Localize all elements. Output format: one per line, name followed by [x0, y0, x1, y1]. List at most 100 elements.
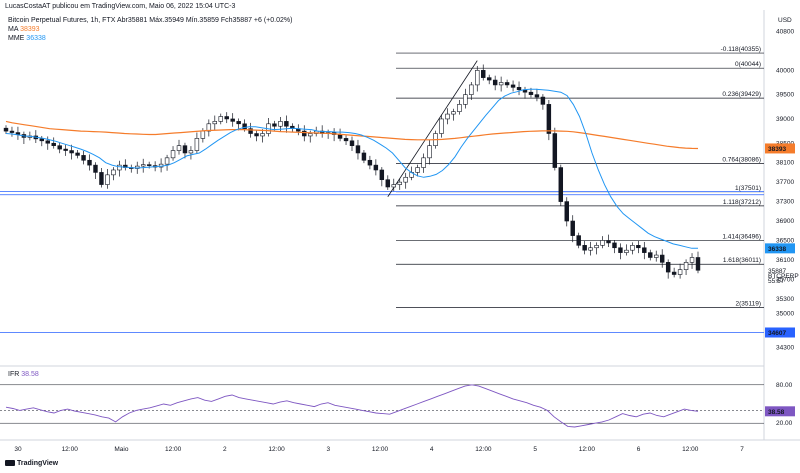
candle-body	[93, 164, 98, 173]
candle-body	[630, 245, 635, 251]
candle-body	[498, 82, 504, 86]
price-tick-label: 40000	[776, 67, 794, 74]
candle-body	[87, 159, 92, 166]
time-tick-label: 6	[637, 446, 641, 453]
candle-body	[558, 167, 564, 202]
candle-body	[671, 271, 677, 275]
candle-body	[677, 269, 683, 275]
price-tick-label: 40800	[776, 28, 794, 35]
candle-body	[45, 140, 50, 144]
fibonacci-retracement[interactable]: -0.118(40355) 0(40044) 0.236(39429) 0.764(3…	[396, 46, 764, 308]
candle-body	[427, 145, 432, 159]
candle-body	[349, 140, 355, 146]
candle-body	[361, 152, 367, 161]
time-tick-label: 3	[326, 446, 330, 453]
candle-body	[612, 242, 617, 249]
rsi-pane: 80.0040.0020.0038.58	[0, 382, 795, 428]
candle-body	[3, 127, 9, 132]
candle-body	[81, 155, 86, 161]
candle-body	[194, 138, 200, 151]
candle-body	[188, 150, 194, 154]
time-tick-label: 5	[533, 446, 537, 453]
candle-body	[504, 82, 510, 86]
candle-body	[445, 113, 450, 120]
price-tag-label: 55:57	[768, 278, 785, 285]
fib-level-label: 1.118(37212)	[723, 199, 761, 206]
fib-level-label: 0.764(38086)	[722, 156, 761, 163]
currency-label: USD	[778, 17, 792, 24]
candle-body	[695, 257, 701, 271]
candle-body	[218, 116, 223, 122]
candle-body	[421, 157, 426, 168]
time-tick-label: 12:00	[579, 446, 596, 453]
time-axis[interactable]: 30 12:00 Maio 12:00 2 12:00 3 12:00 4 12:00 5 12:00…	[14, 446, 744, 453]
candle-body	[164, 157, 170, 165]
candle-body	[260, 133, 265, 137]
candle-body	[492, 79, 498, 86]
candle-body	[540, 96, 546, 105]
candle-body	[439, 118, 444, 134]
candle-body	[516, 87, 522, 91]
rsi-level-label: 80.00	[776, 382, 793, 389]
candle-body	[337, 134, 343, 139]
price-tag-label: 36338	[768, 246, 786, 253]
candle-body	[302, 130, 307, 137]
candle-body	[588, 247, 593, 251]
candle-body	[224, 116, 229, 120]
time-tick-label: 7	[740, 446, 744, 453]
price-tag-label: 34607	[768, 330, 786, 337]
time-tick-label: Maio	[114, 446, 128, 453]
candle-body	[570, 220, 575, 236]
candle-body	[528, 91, 534, 95]
rsi-value-tag-label: 38.58	[768, 409, 785, 416]
price-axis[interactable]: 4080040000395003900038500381003770037300…	[776, 28, 794, 351]
candle-body	[308, 133, 313, 137]
candle-body	[582, 245, 587, 251]
candle-body	[373, 164, 379, 171]
candle-body	[355, 145, 361, 154]
price-tick-label: 37700	[776, 179, 794, 186]
price-chart[interactable]: USD -0.118(40355) 0(40044) 0.236(39429) 0.7…	[0, 0, 800, 473]
candle-body	[534, 94, 540, 98]
candle-body	[481, 70, 486, 78]
trendline-drawing[interactable]	[387, 60, 478, 197]
candle-body	[99, 172, 104, 185]
candle-body	[576, 235, 581, 246]
candle-body	[254, 133, 259, 137]
price-tick-label: 37300	[776, 199, 794, 206]
candle-body	[117, 164, 122, 171]
candle-body	[654, 254, 659, 258]
time-tick-label: 2	[223, 446, 227, 453]
fib-level-label: 2(35119)	[735, 301, 761, 308]
time-tick-label: 12:00	[682, 446, 699, 453]
candle-body	[9, 130, 15, 133]
price-tick-label: 35000	[776, 310, 794, 317]
support-lines[interactable]	[0, 191, 764, 333]
rsi-level-label: 20.00	[776, 420, 793, 427]
candle-body	[689, 257, 695, 263]
candle-body	[391, 184, 396, 188]
candle-body	[343, 138, 349, 142]
candle-body	[397, 181, 402, 185]
fib-level-label: 1.618(36011)	[723, 257, 761, 264]
candle-body	[75, 152, 80, 156]
candle-body	[170, 150, 176, 159]
price-tag-label: 38393	[768, 146, 786, 153]
time-tick-label: 12:00	[475, 446, 492, 453]
price-tick-label: 39000	[776, 116, 794, 123]
rsi-line	[5, 384, 699, 428]
candle-body	[457, 104, 462, 112]
candle-body	[230, 118, 235, 122]
candle-body	[51, 142, 56, 146]
price-tick-label: 39500	[776, 92, 794, 99]
candle-body	[69, 150, 74, 154]
candle-body	[600, 240, 605, 246]
candle-body	[475, 70, 480, 86]
candle-body	[272, 123, 277, 127]
candle-body	[594, 245, 599, 249]
candle-body	[486, 77, 492, 81]
fib-level-label: 1(37501)	[735, 185, 761, 192]
candle-body	[618, 247, 623, 253]
candle-body	[665, 262, 671, 273]
candle-body	[236, 121, 241, 125]
